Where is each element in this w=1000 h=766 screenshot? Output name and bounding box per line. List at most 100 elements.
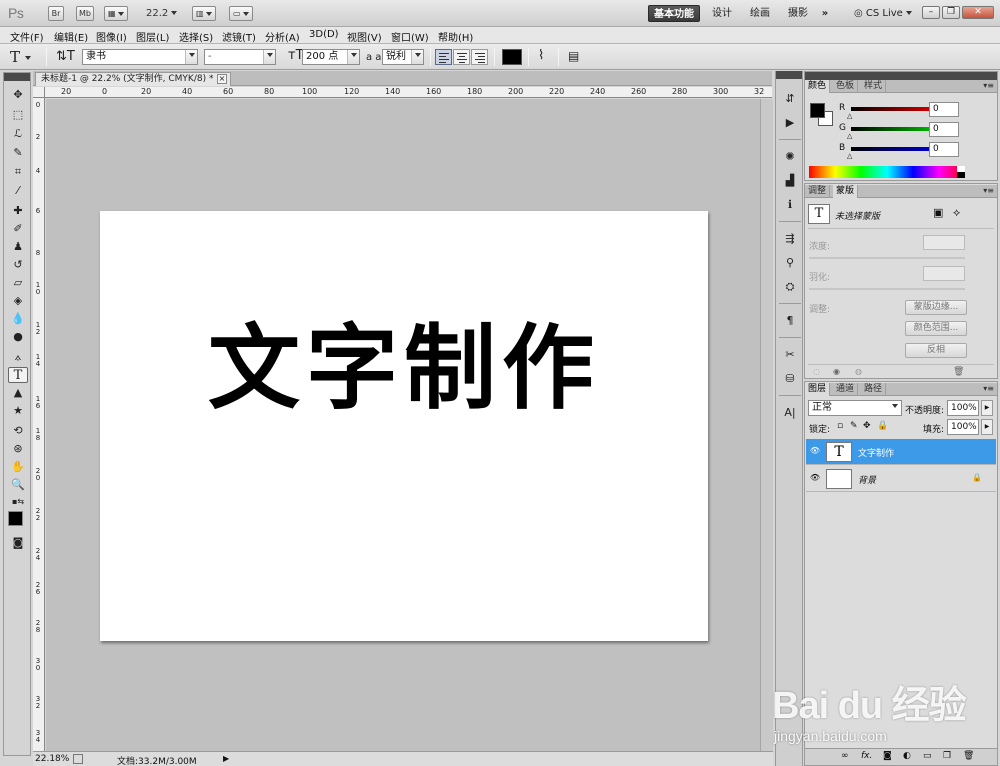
tab-paths[interactable]: 路径 — [861, 383, 887, 396]
clone-stamp-tool-icon[interactable]: ♟ — [8, 239, 28, 255]
document-tab[interactable]: 未标题-1 @ 22.2% (文字制作, CMYK/8) * × — [35, 72, 231, 86]
quick-select-tool-icon[interactable]: ✎ — [8, 145, 28, 161]
bridge-button[interactable]: Br — [48, 6, 64, 21]
panel-menu-icon[interactable]: ▾≡ — [983, 186, 994, 195]
font-style-select[interactable]: - — [204, 49, 276, 65]
menu-layer[interactable]: 图层(L) — [136, 29, 169, 44]
text-color-swatch[interactable] — [502, 49, 522, 65]
view-extras-button[interactable]: ▦ — [104, 6, 128, 21]
tab-layers[interactable]: 图层 — [805, 383, 831, 396]
menu-select[interactable]: 选择(S) — [179, 29, 213, 44]
green-value-input[interactable]: 0 — [929, 122, 959, 137]
navigator-icon[interactable]: ✺ — [781, 149, 799, 165]
brush-presets-icon[interactable]: ⇶ — [781, 231, 799, 247]
status-menu-arrow-icon[interactable]: ▶ — [223, 754, 229, 763]
character-panel-icon[interactable]: ▤ — [568, 49, 579, 63]
brush-tool-icon[interactable]: ✐ — [8, 221, 28, 237]
align-center-button[interactable] — [453, 49, 470, 65]
foreground-color-swatch[interactable] — [8, 511, 23, 526]
tab-color[interactable]: 颜色 — [805, 80, 831, 93]
red-value-input[interactable]: 0 — [929, 102, 959, 117]
shape-tool-icon[interactable]: ★ — [8, 403, 28, 419]
panel-grip[interactable] — [776, 71, 802, 79]
tool-presets-icon[interactable]: ⛭ — [781, 279, 799, 295]
mask-icon[interactable]: ◙ — [883, 751, 892, 761]
lock-position-icon[interactable]: ✥ — [863, 421, 871, 431]
anti-alias-select[interactable]: 锐利 — [382, 49, 424, 65]
eyedropper-tool-icon[interactable]: ⁄ — [8, 183, 28, 199]
zoom-level-dropdown[interactable]: 22.2 — [146, 8, 178, 19]
layer-name[interactable]: 背景 — [858, 473, 876, 486]
panel-grip[interactable] — [4, 73, 30, 81]
panel-menu-icon[interactable]: ▾≡ — [983, 384, 994, 393]
visibility-eye-icon[interactable]: 👁 — [809, 446, 821, 457]
workspace-essentials-button[interactable]: 基本功能 — [648, 5, 700, 22]
zoom-tool-icon[interactable]: 🔍 — [8, 477, 28, 493]
mini-bridge-icon[interactable]: ⇵ — [781, 91, 799, 107]
color-range-button[interactable]: 颜色范围... — [905, 321, 967, 336]
status-zoom[interactable]: 22.18% — [35, 754, 69, 764]
delete-mask-icon[interactable]: 🗑 — [953, 367, 964, 377]
group-icon[interactable]: ▭ — [923, 751, 932, 761]
blue-slider[interactable] — [851, 147, 929, 151]
move-tool-icon[interactable]: ✥ — [8, 87, 28, 103]
animation-icon[interactable]: ▶ — [781, 115, 799, 131]
slider-thumb-icon[interactable]: △ — [847, 112, 852, 120]
blur-tool-icon[interactable]: 💧 — [8, 311, 28, 327]
lock-all-icon[interactable]: 🔒 — [877, 421, 888, 431]
layer-row[interactable]: 👁 T 文字制作 — [806, 439, 996, 465]
swap-colors-icon[interactable]: ▪⇆ — [8, 494, 28, 510]
pen-tool-icon[interactable]: ⟑ — [8, 349, 28, 365]
apply-mask-icon[interactable]: ◉ — [833, 367, 840, 376]
visibility-eye-icon[interactable]: 👁 — [809, 473, 821, 484]
histogram-icon[interactable]: ▟ — [781, 173, 799, 189]
layer-row[interactable]: 👁 背景 🔒 — [806, 466, 996, 492]
layer-name[interactable]: 文字制作 — [858, 446, 894, 459]
history-icon[interactable]: ⛁ — [781, 371, 799, 387]
actions-icon[interactable]: ✂ — [781, 347, 799, 363]
crop-tool-icon[interactable]: ⌗ — [8, 164, 28, 180]
dodge-tool-icon[interactable]: ● — [8, 329, 28, 345]
tab-adjustments[interactable]: 调整 — [805, 185, 831, 198]
history-brush-tool-icon[interactable]: ↺ — [8, 257, 28, 273]
horizontal-ruler[interactable]: 20 0 20 40 60 80 100 120 140 160 180 200… — [45, 87, 772, 98]
load-selection-icon[interactable]: ◌ — [813, 367, 820, 376]
cs-live-button[interactable]: ◎ CS Live — [852, 5, 914, 22]
align-right-button[interactable] — [471, 49, 488, 65]
menu-file[interactable]: 文件(F) — [10, 29, 44, 44]
panel-menu-icon[interactable]: ▾≡ — [983, 81, 994, 90]
menu-analysis[interactable]: 分析(A) — [265, 29, 300, 44]
arrange-documents-button[interactable]: ▥ — [192, 6, 216, 21]
document-canvas[interactable]: 文字制作 — [100, 211, 708, 641]
mask-edge-button[interactable]: 蒙版边缘... — [905, 300, 967, 315]
feather-input[interactable] — [923, 266, 965, 281]
trash-icon[interactable]: 🗑 — [963, 751, 974, 761]
font-family-select[interactable]: 隶书 — [82, 49, 198, 65]
3d-orbit-tool-icon[interactable]: ⊛ — [8, 441, 28, 457]
type-tool-icon[interactable]: T — [8, 367, 28, 383]
menu-filter[interactable]: 滤镜(T) — [222, 29, 256, 44]
opacity-input[interactable]: 100% — [947, 400, 979, 416]
fx-icon[interactable]: fx. — [861, 751, 872, 761]
red-slider[interactable] — [851, 107, 929, 111]
menu-image[interactable]: 图像(I) — [96, 29, 127, 44]
color-spectrum-ramp[interactable] — [809, 166, 965, 178]
tab-swatches[interactable]: 色板 — [833, 80, 859, 93]
opacity-arrow-icon[interactable]: ▶ — [981, 400, 993, 416]
close-tab-icon[interactable]: × — [217, 74, 227, 84]
text-orientation-icon[interactable]: ⇅T — [56, 49, 75, 64]
mini-bridge-button[interactable]: Mb — [76, 6, 94, 21]
workspace-design-button[interactable]: 设计 — [708, 5, 736, 22]
screen-mode-button[interactable]: ▭ — [229, 6, 253, 21]
tab-channels[interactable]: 通道 — [833, 383, 859, 396]
quick-mask-icon[interactable]: ◙ — [8, 535, 28, 551]
workspace-painting-button[interactable]: 绘画 — [746, 5, 774, 22]
feather-slider[interactable] — [809, 288, 965, 290]
menu-help[interactable]: 帮助(H) — [438, 29, 473, 44]
workspace-photography-button[interactable]: 摄影 — [784, 5, 812, 22]
link-icon[interactable]: ∞ — [841, 751, 849, 761]
tab-masks[interactable]: 蒙版 — [833, 185, 859, 198]
menu-edit[interactable]: 编辑(E) — [54, 29, 88, 44]
menu-3d[interactable]: 3D(D) — [309, 29, 339, 40]
lock-transparency-icon[interactable]: ▫ — [837, 421, 843, 431]
